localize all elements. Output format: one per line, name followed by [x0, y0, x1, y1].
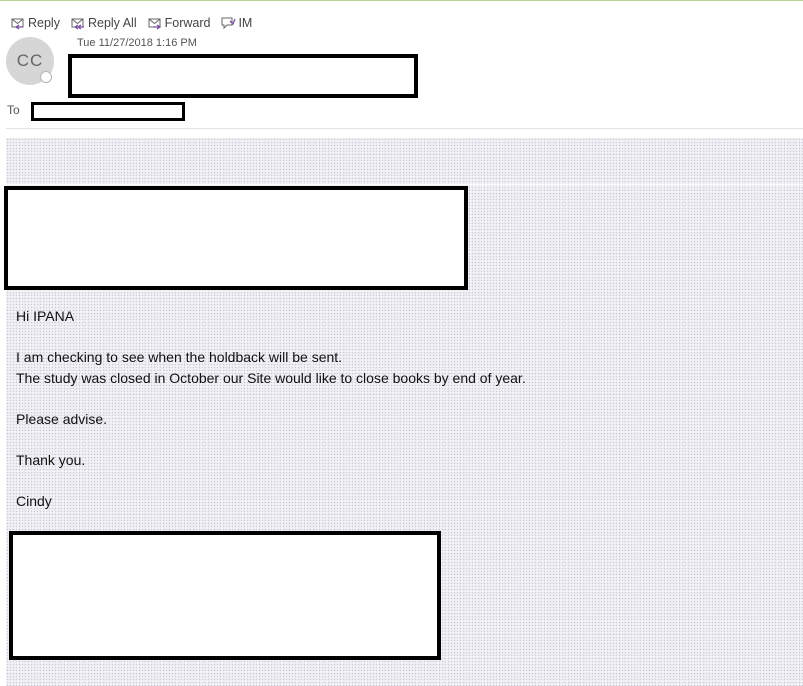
reply-button[interactable]: Reply: [10, 15, 60, 31]
im-label: IM: [238, 16, 253, 30]
reply-all-button[interactable]: Reply All: [70, 15, 137, 31]
message-signoff: Cindy: [16, 493, 52, 509]
to-label: To: [7, 103, 20, 117]
redacted-signature-block: [9, 531, 441, 660]
message-toolbar: Reply Reply All Forward IM: [10, 13, 262, 33]
redacted-recipient-box: [31, 102, 185, 121]
forward-icon: [148, 18, 161, 30]
reply-label: Reply: [28, 16, 60, 30]
redacted-sender-box: [68, 54, 418, 98]
im-button[interactable]: IM: [220, 15, 252, 31]
reply-icon: [11, 18, 24, 30]
message-line-3: Please advise.: [16, 411, 108, 427]
sent-date: Tue 11/27/2018 1:16 PM: [77, 37, 197, 49]
message-body: Hi IPANA I am checking to see when the h…: [4, 138, 803, 686]
message-line-2: The study was closed in October our Site…: [16, 370, 526, 386]
window-top-border: [0, 0, 803, 1]
presence-status-icon: [40, 71, 52, 83]
message-greeting: Hi IPANA: [16, 308, 75, 324]
avatar-initials: CC: [16, 51, 44, 70]
message-line-1: I am checking to see when the holdback w…: [16, 349, 343, 365]
body-divider: [6, 184, 803, 185]
message-line-4: Thank you.: [16, 452, 86, 468]
header-divider: [6, 128, 803, 129]
reply-all-icon: [71, 18, 84, 30]
redacted-header-block: [4, 186, 468, 290]
forward-button[interactable]: Forward: [147, 15, 211, 31]
chat-bubble-icon: [221, 17, 237, 30]
reply-all-label: Reply All: [87, 16, 137, 30]
forward-label: Forward: [164, 16, 211, 30]
